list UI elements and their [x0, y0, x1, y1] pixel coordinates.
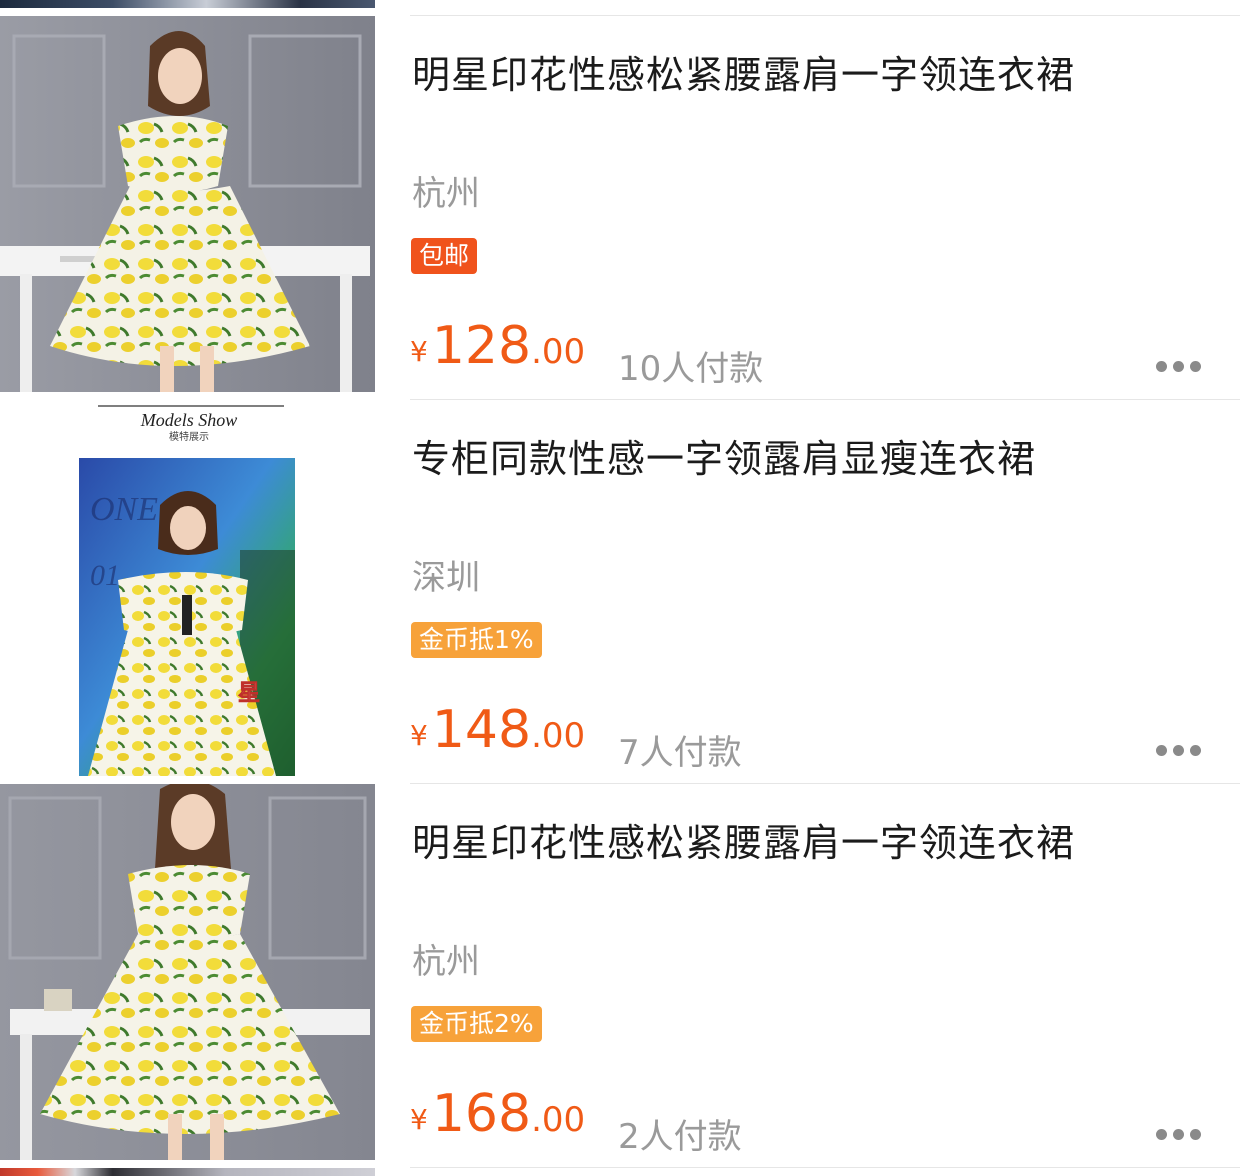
promo-badge: 包邮 — [411, 238, 478, 274]
more-dots-icon[interactable] — [1156, 745, 1202, 757]
product-thumbnail[interactable] — [0, 16, 375, 392]
product-title[interactable]: 专柜同款性感一字领露肩显瘦连衣裙 — [412, 428, 1036, 483]
product-info: 专柜同款性感一字领露肩显瘦连衣裙 深圳 金币抵1% ¥148.00 7人付款 — [410, 400, 1240, 784]
price-decimal: .00 — [531, 716, 586, 756]
product-location: 深圳 — [412, 558, 480, 598]
partial-list-item-top — [0, 0, 1240, 16]
price-decimal: .00 — [531, 1100, 586, 1140]
promo-badge: 金币抵1% — [411, 622, 542, 658]
product-list: 明星印花性感松紧腰露肩一字领连衣裙 杭州 包邮 ¥128.00 10人付款 Mo… — [0, 0, 1240, 1176]
sales-count: 7人付款 — [618, 733, 742, 773]
product-image — [0, 784, 375, 1160]
price-integer: 128 — [431, 316, 532, 376]
more-dots-icon[interactable] — [1156, 1129, 1202, 1141]
product-thumbnail[interactable] — [0, 0, 375, 8]
currency-symbol: ¥ — [410, 719, 428, 752]
svg-text:星: 星 — [238, 681, 260, 706]
svg-text:ONE: ONE — [90, 491, 158, 528]
product-thumbnail[interactable]: Models Show 模特展示 ONE 01 星 — [0, 400, 375, 776]
list-item[interactable]: 明星印花性感松紧腰露肩一字领连衣裙 杭州 金币抵2% ¥168.00 2人付款 — [0, 784, 1240, 1168]
list-item[interactable]: Models Show 模特展示 ONE 01 星 专柜同款性感一字领露肩显瘦连… — [0, 400, 1240, 784]
product-thumbnail[interactable] — [0, 784, 375, 1160]
product-price: ¥148.00 — [410, 700, 585, 760]
product-thumbnail[interactable] — [0, 1168, 375, 1176]
product-location: 杭州 — [412, 174, 480, 214]
promo-badge: 金币抵2% — [411, 1006, 542, 1042]
list-item[interactable]: 明星印花性感松紧腰露肩一字领连衣裙 杭州 包邮 ¥128.00 10人付款 — [0, 16, 1240, 400]
price-decimal: .00 — [531, 332, 586, 372]
product-title[interactable]: 明星印花性感松紧腰露肩一字领连衣裙 — [412, 812, 1075, 867]
more-dots-icon[interactable] — [1156, 361, 1202, 373]
partial-list-item-bottom — [0, 1168, 1240, 1176]
product-info: 明星印花性感松紧腰露肩一字领连衣裙 杭州 包邮 ¥128.00 10人付款 — [410, 16, 1240, 400]
product-location: 杭州 — [412, 942, 480, 982]
poster-title: Models Show — [140, 410, 238, 430]
price-integer: 148 — [431, 700, 532, 760]
sales-count: 2人付款 — [618, 1117, 742, 1157]
product-price: ¥168.00 — [410, 1084, 585, 1144]
sales-count: 10人付款 — [618, 349, 764, 389]
product-image — [0, 16, 375, 392]
product-price: ¥128.00 — [410, 316, 585, 376]
currency-symbol: ¥ — [410, 335, 428, 368]
product-info: 明星印花性感松紧腰露肩一字领连衣裙 杭州 金币抵2% ¥168.00 2人付款 — [410, 784, 1240, 1168]
price-integer: 168 — [431, 1084, 532, 1144]
svg-text:01: 01 — [90, 559, 120, 592]
product-image: Models Show 模特展示 ONE 01 星 — [0, 400, 375, 776]
currency-symbol: ¥ — [410, 1103, 428, 1136]
poster-subtitle: 模特展示 — [169, 431, 209, 443]
product-title[interactable]: 明星印花性感松紧腰露肩一字领连衣裙 — [412, 44, 1075, 99]
